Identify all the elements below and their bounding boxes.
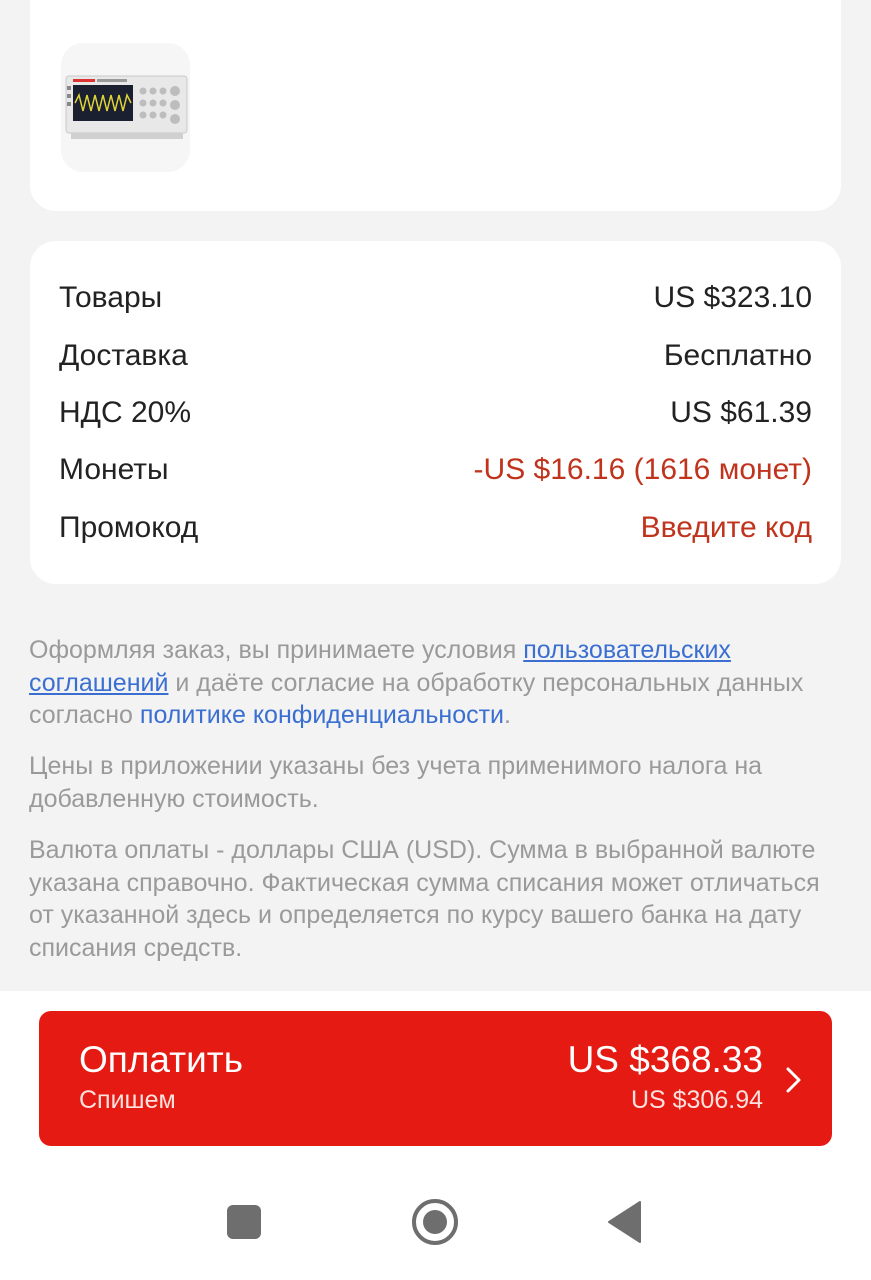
vat-label: НДС 20% <box>59 396 192 429</box>
vat-note-text: Цены в приложении указаны без учета прим… <box>29 752 763 813</box>
privacy-policy-link[interactable]: политике конфиденциальности <box>140 701 504 729</box>
summary-row-vat: НДС 20% US $61.39 <box>59 393 812 433</box>
vat-value: US $61.39 <box>670 396 812 429</box>
coins-label: Монеты <box>59 453 169 486</box>
goods-value: US $323.10 <box>653 281 812 314</box>
promo-label: Промокод <box>59 511 199 544</box>
product-thumbnail[interactable] <box>61 43 190 172</box>
pay-button-subtitle: Спишем <box>79 1086 176 1114</box>
legal-text-part1: Оформляя заказ, вы принимаете условия <box>29 636 524 664</box>
enter-promo-code-link[interactable]: Введите код <box>641 511 812 545</box>
summary-row-goods: Товары US $323.10 <box>59 278 812 318</box>
delivery-value: Бесплатно <box>663 339 812 372</box>
oscilloscope-product-image <box>65 75 188 139</box>
legal-text-part3: . <box>504 701 511 729</box>
currency-note: Валюта оплаты - доллары США (USD). Сумма… <box>29 834 829 964</box>
pay-button-title: Оплатить <box>79 1039 244 1080</box>
nav-home-icon[interactable] <box>409 1196 461 1248</box>
pay-button[interactable]: Оплатить Спишем US $368.33 US $306.94 <box>39 1011 832 1146</box>
nav-back-icon[interactable] <box>600 1196 652 1248</box>
vat-note: Цены в приложении указаны без учета прим… <box>29 750 829 815</box>
product-card <box>30 0 841 211</box>
legal-consent-text: Оформляя заказ, вы принимаете условия по… <box>29 634 829 732</box>
goods-label: Товары <box>59 281 163 314</box>
pay-total-amount: US $368.33 <box>567 1039 763 1080</box>
pay-debit-amount: US $306.94 <box>630 1086 763 1114</box>
coins-value: -US $16.16 (1616 монет) <box>473 453 812 486</box>
delivery-label: Доставка <box>59 339 188 372</box>
currency-note-text: Валюта оплаты - доллары США (USD). Сумма… <box>29 836 820 962</box>
summary-row-coins[interactable]: Монеты -US $16.16 (1616 монет) <box>59 450 812 490</box>
order-summary-card: Товары US $323.10 Доставка Бесплатно НДС… <box>30 241 841 584</box>
chevron-right-icon <box>786 1067 801 1093</box>
summary-row-delivery: Доставка Бесплатно <box>59 336 812 376</box>
nav-square-icon[interactable] <box>218 1196 270 1248</box>
summary-row-promo: Промокод Введите код <box>59 508 812 548</box>
